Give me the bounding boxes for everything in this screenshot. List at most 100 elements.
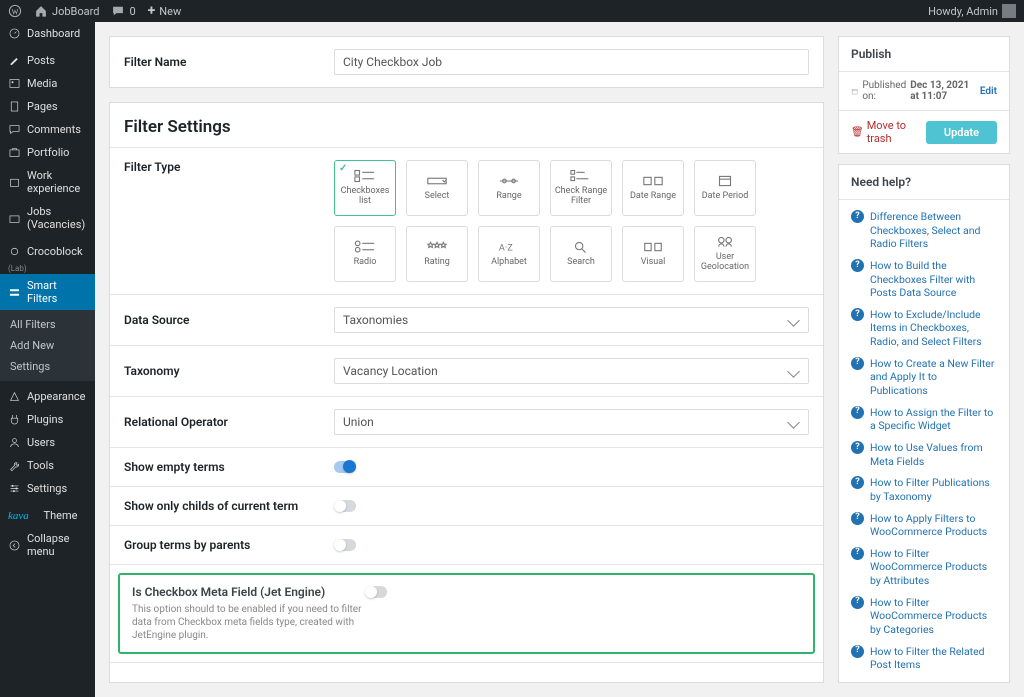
admin-sidebar: Dashboard Posts Media Pages Comments Por… — [0, 22, 95, 697]
chevron-down-icon — [787, 416, 800, 429]
sidebar-item-label: Media — [27, 77, 57, 90]
sidebar-item-comments[interactable]: Comments — [0, 118, 95, 141]
sidebar-item-work-experience[interactable]: Work experience — [0, 164, 95, 200]
howdy-user[interactable]: Howdy, Admin — [928, 4, 1016, 18]
show-empty-toggle[interactable] — [334, 461, 356, 473]
sidebar-item-appearance[interactable]: Appearance — [0, 385, 95, 408]
sidebar-item-label: Users — [27, 436, 55, 449]
type-card-checkboxes[interactable]: Checkboxes list — [334, 160, 396, 216]
type-card-check-range[interactable]: Check Range Filter — [550, 160, 612, 216]
sidebar-item-settings[interactable]: Settings — [0, 477, 95, 500]
type-card-rating[interactable]: Rating — [406, 226, 468, 282]
sidebar-sub-settings[interactable]: Settings — [0, 356, 95, 377]
show-childs-toggle[interactable] — [334, 500, 356, 512]
sidebar-item-users[interactable]: Users — [0, 431, 95, 454]
sidebar-item-label: Pages — [27, 100, 58, 113]
publish-date: Dec 13, 2021 at 11:07 — [910, 80, 976, 102]
sidebar-item-label: Smart Filters — [27, 279, 87, 305]
help-link[interactable]: How to Filter Publications by Taxonomy — [870, 476, 997, 503]
type-card-geolocation[interactable]: User Geolocation — [694, 226, 756, 282]
help-item: ? How to Exclude/Include Items in Checkbo… — [839, 304, 1009, 353]
sidebar-sub-add-new[interactable]: Add New — [0, 335, 95, 356]
relational-operator-select[interactable]: Union — [334, 409, 809, 435]
sidebar-item-label: Theme — [44, 509, 78, 522]
meta-field-toggle[interactable] — [365, 586, 387, 598]
site-link[interactable]: JobBoard — [34, 4, 99, 18]
type-card-date-period[interactable]: Date Period — [694, 160, 756, 216]
help-icon: ? — [851, 308, 864, 321]
help-link[interactable]: How to Filter WooCommerce Products by At… — [870, 547, 997, 588]
filter-type-label: Filter Type — [124, 160, 334, 174]
meta-field-highlight: Is Checkbox Meta Field (Jet Engine) This… — [118, 573, 815, 654]
move-to-trash[interactable]: Move to trash — [851, 119, 926, 145]
sidebar-item-portfolio[interactable]: Portfolio — [0, 141, 95, 164]
help-link[interactable]: How to Build the Checkboxes Filter with … — [870, 259, 997, 300]
help-link[interactable]: How to Filter the Related Post Items — [870, 645, 997, 672]
help-link[interactable]: Difference Between Checkboxes, Select an… — [870, 210, 997, 251]
sidebar-item-dashboard[interactable]: Dashboard — [0, 22, 95, 45]
filter-settings-title: Filter Settings — [124, 117, 809, 137]
sidebar-item-label: Comments — [27, 123, 81, 136]
meta-field-label: Is Checkbox Meta Field (Jet Engine) — [132, 585, 325, 599]
admin-bar: JobBoard 0 +New Howdy, Admin — [0, 0, 1024, 22]
publish-edit-link[interactable]: Edit — [980, 86, 997, 97]
sidebar-item-tools[interactable]: Tools — [0, 454, 95, 477]
help-icon: ? — [851, 210, 864, 223]
sidebar-item-label: Tools — [27, 459, 54, 472]
sidebar-item-label: Plugins — [27, 413, 63, 426]
type-card-alphabet[interactable]: A·ZAlphabet — [478, 226, 540, 282]
wp-logo[interactable] — [8, 4, 22, 18]
help-icon: ? — [851, 596, 864, 609]
comments-link[interactable]: 0 — [111, 4, 135, 18]
sidebar-item-label: Jobs (Vacancies) — [27, 205, 87, 231]
sidebar-item-collapse[interactable]: Collapse menu — [0, 527, 95, 563]
group-parents-toggle[interactable] — [334, 539, 356, 551]
help-title: Need help? — [839, 165, 1009, 200]
filter-name-input[interactable] — [334, 49, 809, 75]
help-icon: ? — [851, 512, 864, 525]
sidebar-item-jobs[interactable]: Jobs (Vacancies) — [0, 200, 95, 236]
sidebar-item-theme[interactable]: kava Theme — [0, 504, 95, 527]
help-icon: ? — [851, 645, 864, 658]
new-link[interactable]: +New — [148, 3, 182, 19]
help-link[interactable]: How to Apply Filters to WooCommerce Prod… — [870, 512, 997, 539]
help-link[interactable]: How to Exclude/Include Items in Checkbox… — [870, 308, 997, 349]
type-card-date-range[interactable]: Date Range — [622, 160, 684, 216]
svg-text:A·Z: A·Z — [499, 244, 513, 254]
sidebar-item-label: Dashboard — [27, 27, 80, 40]
type-card-search[interactable]: Search — [550, 226, 612, 282]
update-button[interactable]: Update — [926, 121, 997, 144]
sidebar-item-pages[interactable]: Pages — [0, 95, 95, 118]
data-source-select[interactable]: Taxonomies — [334, 307, 809, 333]
sidebar-item-label: Collapse menu — [27, 532, 87, 558]
sidebar-item-label: Crocoblock — [27, 245, 83, 258]
help-icon: ? — [851, 441, 864, 454]
sidebar-item-crocoblock[interactable]: Crocoblock — [0, 240, 95, 263]
meta-field-description: This option should to be enabled if you … — [132, 603, 362, 642]
taxonomy-select[interactable]: Vacancy Location — [334, 358, 809, 384]
chevron-down-icon — [787, 365, 800, 378]
type-card-radio[interactable]: Radio — [334, 226, 396, 282]
sidebar-item-label: Work experience — [27, 169, 87, 195]
avatar — [1002, 4, 1016, 18]
publish-panel: Publish Published on: Dec 13, 2021 at 11… — [838, 36, 1010, 154]
type-card-visual[interactable]: Visual — [622, 226, 684, 282]
sidebar-sub-all-filters[interactable]: All Filters — [0, 314, 95, 335]
filter-name-label: Filter Name — [124, 55, 334, 69]
sidebar-item-plugins[interactable]: Plugins — [0, 408, 95, 431]
help-link[interactable]: How to Use Values from Meta Fields — [870, 441, 997, 468]
sidebar-item-media[interactable]: Media — [0, 72, 95, 95]
sidebar-item-smart-filters[interactable]: Smart Filters — [0, 274, 95, 310]
sidebar-item-posts[interactable]: Posts — [0, 49, 95, 72]
type-card-range[interactable]: Range — [478, 160, 540, 216]
help-link[interactable]: How to Filter WooCommerce Products by Ca… — [870, 596, 997, 637]
help-item: ? Difference Between Checkboxes, Select a… — [839, 206, 1009, 255]
help-link[interactable]: How to Assign the Filter to a Specific W… — [870, 406, 997, 433]
publish-title: Publish — [839, 37, 1009, 72]
sidebar-submenu: All Filters Add New Settings — [0, 310, 95, 381]
show-childs-label: Show only childs of current term — [124, 499, 334, 513]
type-card-select[interactable]: Select — [406, 160, 468, 216]
help-item: ?How to Filter WooCommerce Products by A… — [839, 543, 1009, 592]
help-link[interactable]: How to Create a New Filter and Apply It … — [870, 357, 997, 398]
calendar-icon — [851, 86, 858, 97]
